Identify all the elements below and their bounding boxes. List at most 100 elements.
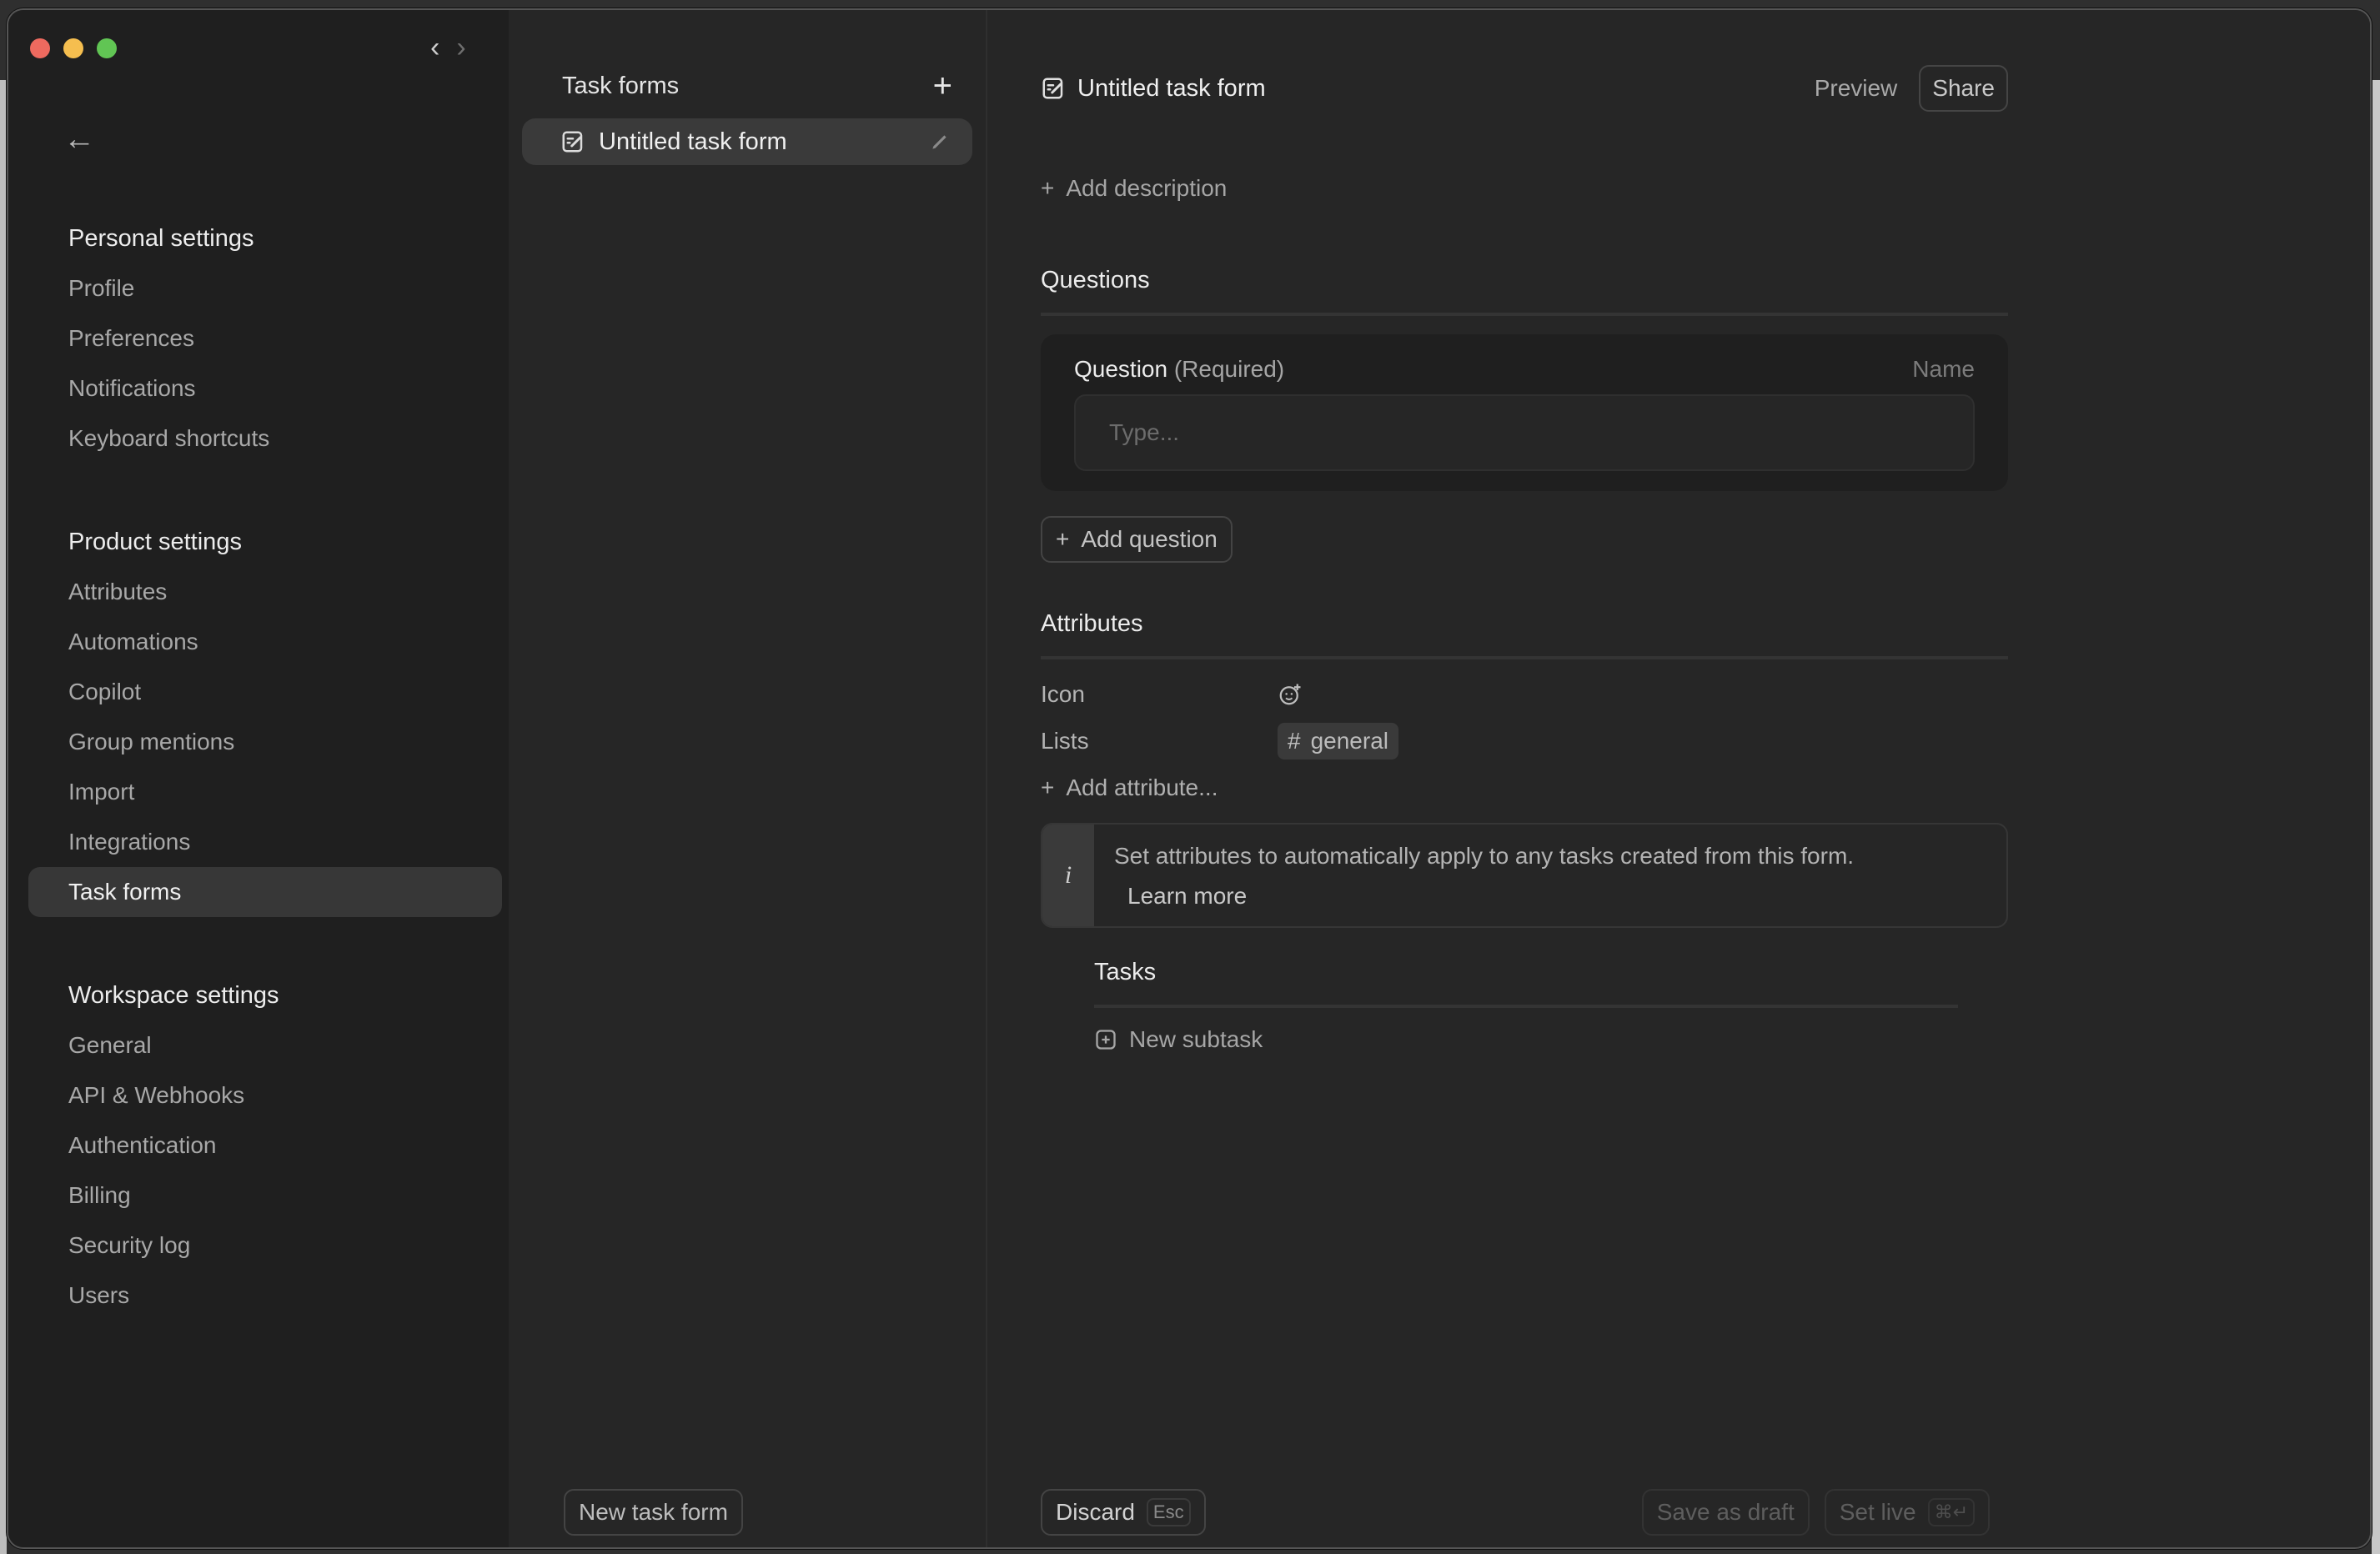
attributes-section: Attributes Icon Lists # general + Add at…: [1041, 610, 2008, 928]
footer-right: Save as draft Set live ⌘↵: [1641, 1489, 1990, 1536]
sidebar-item-copilot[interactable]: Copilot: [28, 667, 502, 717]
footer-left: Discard Esc: [1041, 1489, 1206, 1536]
discard-button[interactable]: Discard Esc: [1041, 1489, 1206, 1536]
attribute-row-icon: Icon: [1041, 671, 2008, 718]
sidebar-item-task-forms[interactable]: Task forms: [28, 867, 502, 917]
sidebar-item-notifications[interactable]: Notifications: [28, 363, 502, 414]
info-callout: i Set attributes to automatically apply …: [1041, 823, 2008, 928]
task-form-name: Untitled task form: [599, 128, 787, 155]
product-settings-section: Product settings Attributes Automations …: [28, 517, 502, 917]
add-question-label: Add question: [1081, 526, 1218, 552]
section-divider: [1041, 313, 2008, 316]
save-as-draft-label: Save as draft: [1656, 1499, 1795, 1525]
sidebar-item-integrations[interactable]: Integrations: [28, 817, 502, 867]
discard-label: Discard: [1056, 1499, 1135, 1525]
maximize-window-button[interactable]: [97, 38, 117, 58]
form-edit-icon: [562, 131, 583, 153]
desktop-edge: [2372, 80, 2380, 1554]
plus-square-icon: [1096, 1030, 1116, 1050]
minimize-window-button[interactable]: [63, 38, 83, 58]
cmd-enter-shortcut-badge: ⌘↵: [1927, 1498, 1975, 1526]
chevron-right-icon[interactable]: ›: [456, 32, 465, 64]
share-button[interactable]: Share: [1919, 65, 2008, 112]
attributes-heading: Attributes: [1041, 610, 1143, 637]
workspace-settings-section: Workspace settings General API & Webhook…: [28, 970, 502, 1321]
tasks-section: Tasks New subtask: [1094, 959, 2018, 1053]
learn-more-link[interactable]: Learn more: [1114, 876, 1854, 916]
new-subtask-button[interactable]: New subtask: [1094, 1026, 2018, 1053]
attribute-row-lists: Lists # general: [1041, 718, 2008, 764]
sidebar-item-profile[interactable]: Profile: [28, 263, 502, 313]
info-icon: i: [1042, 825, 1094, 926]
personal-settings-section: Personal settings Profile Preferences No…: [28, 213, 502, 464]
arrow-left-icon[interactable]: ←: [63, 122, 95, 158]
sidebar-item-group-mentions[interactable]: Group mentions: [28, 717, 502, 767]
sidebar-item-security-log[interactable]: Security log: [28, 1221, 502, 1271]
task-forms-list-panel: Task forms + Untitled task form New task…: [509, 10, 987, 1547]
sidebar-item-keyboard-shortcuts[interactable]: Keyboard shortcuts: [28, 414, 502, 464]
list-tag[interactable]: # general: [1278, 723, 1398, 759]
hash-icon: #: [1288, 728, 1301, 754]
save-as-draft-button[interactable]: Save as draft: [1641, 1489, 1810, 1536]
editor-header: Untitled task form Preview Share: [1041, 65, 2008, 112]
preview-button[interactable]: Preview: [1815, 75, 1898, 102]
new-subtask-label: New subtask: [1129, 1026, 1263, 1052]
info-text-block: Set attributes to automatically apply to…: [1094, 825, 1874, 926]
attribute-key: Lists: [1041, 728, 1089, 754]
add-description-label: Add description: [1066, 175, 1228, 201]
add-attribute-label: Add attribute...: [1066, 774, 1218, 800]
app-window: ‹ › ← Personal settings Profile Preferen…: [7, 8, 2372, 1549]
sidebar-item-attributes[interactable]: Attributes: [28, 567, 502, 617]
add-description-button[interactable]: + Add description: [1041, 175, 2008, 202]
sidebar-item-automations[interactable]: Automations: [28, 617, 502, 667]
close-window-button[interactable]: [30, 38, 50, 58]
plus-icon: +: [1041, 175, 1055, 201]
chevron-left-icon[interactable]: ‹: [430, 32, 439, 64]
section-heading: Product settings: [68, 529, 242, 555]
section-divider: [1041, 656, 2008, 659]
task-forms-header: Task forms +: [562, 65, 952, 107]
question-label-row: Question (Required) Name: [1074, 356, 1975, 383]
emoji-add-icon[interactable]: [1278, 682, 1303, 707]
question-name-label[interactable]: Name: [1912, 356, 1975, 383]
sidebar-item-users[interactable]: Users: [28, 1271, 502, 1321]
add-question-button[interactable]: + Add question: [1041, 516, 1233, 563]
question-input[interactable]: [1074, 394, 1975, 471]
section-heading: Workspace settings: [68, 982, 279, 1009]
list-tag-label: general: [1310, 728, 1388, 754]
questions-heading: Questions: [1041, 267, 1150, 293]
set-live-button[interactable]: Set live ⌘↵: [1824, 1489, 1990, 1536]
desktop-edge: [0, 80, 7, 1554]
panel-title: Task forms: [562, 72, 680, 99]
pencil-icon[interactable]: [929, 131, 951, 153]
esc-shortcut-badge: Esc: [1146, 1498, 1191, 1526]
attribute-key: Icon: [1041, 681, 1085, 707]
add-attribute-button[interactable]: + Add attribute...: [1041, 764, 2008, 811]
required-label: (Required): [1173, 356, 1285, 382]
sidebar-item-general[interactable]: General: [28, 1020, 502, 1070]
sidebar-item-import[interactable]: Import: [28, 767, 502, 817]
section-heading: Personal settings: [68, 225, 254, 252]
sidebar-item-preferences[interactable]: Preferences: [28, 313, 502, 363]
history-nav: ‹ ›: [430, 32, 466, 64]
sidebar-item-authentication[interactable]: Authentication: [28, 1120, 502, 1171]
sidebar-item-billing[interactable]: Billing: [28, 1171, 502, 1221]
new-task-form-button[interactable]: New task form: [564, 1489, 743, 1536]
plus-icon: +: [1056, 526, 1070, 552]
tasks-heading: Tasks: [1094, 959, 1157, 985]
section-divider: [1094, 1005, 1958, 1008]
question-card: Question (Required) Name: [1041, 334, 2008, 491]
task-form-editor: Untitled task form Preview Share + Add d…: [987, 10, 2370, 1547]
question-label: Question (Required): [1074, 356, 1284, 383]
task-form-list-item[interactable]: Untitled task form: [522, 118, 972, 165]
form-title[interactable]: Untitled task form: [1077, 75, 1815, 103]
sidebar-item-api-webhooks[interactable]: API & Webhooks: [28, 1070, 502, 1120]
set-live-label: Set live: [1839, 1499, 1916, 1525]
questions-section: Questions Question (Required) Name + Add…: [1041, 267, 2008, 563]
question-label-text: Question: [1074, 356, 1168, 382]
info-text: Set attributes to automatically apply to…: [1114, 843, 1855, 869]
add-question-wrap: + Add question: [1041, 516, 2008, 563]
plus-icon: +: [1041, 774, 1055, 800]
form-edit-icon: [1042, 78, 1063, 99]
add-task-form-button[interactable]: +: [933, 69, 952, 103]
